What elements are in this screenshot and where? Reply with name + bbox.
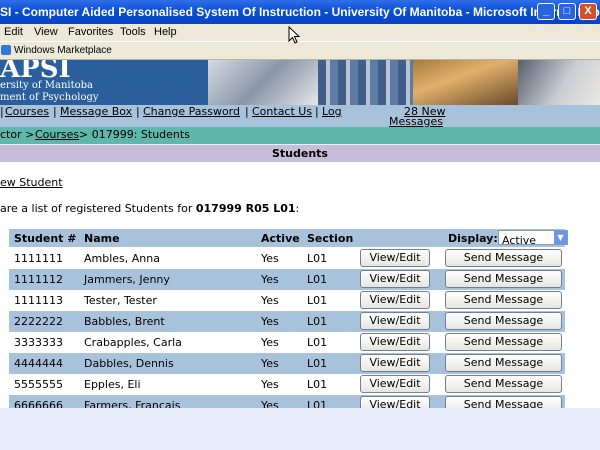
menu-view[interactable]: View	[34, 26, 58, 38]
send-message-button[interactable]: Send Message	[445, 396, 562, 408]
main-content: ew Student are a list of registered Stud…	[0, 162, 600, 408]
view-edit-button[interactable]: View/Edit	[360, 396, 430, 408]
table-row: 6666666 Farmers, Francais Yes L01 View/E…	[9, 395, 565, 408]
window-title: SI - Computer Aided Personalised System …	[0, 5, 600, 19]
nav-change-password[interactable]: Change Password	[143, 105, 240, 118]
col-section: Section	[307, 232, 354, 245]
table-row: 1111112 Jammers, Jenny Yes L01 View/Edit…	[9, 269, 565, 290]
main-nav: | Courses | Message Box | Change Passwor…	[0, 105, 600, 128]
minimize-button[interactable]: _	[537, 3, 555, 20]
intro-text: are a list of registered Students for 01…	[0, 202, 300, 215]
table-row: 5555555 Epples, Eli Yes L01 View/Edit Se…	[9, 374, 565, 395]
send-message-button[interactable]: Send Message	[445, 291, 562, 309]
col-student-number: Student #	[14, 232, 77, 245]
send-message-button[interactable]: Send Message	[445, 354, 562, 372]
display-label: Display:	[448, 232, 498, 245]
send-message-button[interactable]: Send Message	[445, 375, 562, 393]
org-line-1: ersity of Manitoba	[0, 80, 94, 91]
breadcrumb-current: > 017999: Students	[79, 128, 190, 141]
view-edit-button[interactable]: View/Edit	[360, 312, 430, 330]
view-edit-button[interactable]: View/Edit	[360, 354, 430, 372]
send-message-button[interactable]: Send Message	[445, 270, 562, 288]
new-student-link[interactable]: ew Student	[0, 176, 63, 189]
menu-help[interactable]: Help	[154, 26, 177, 38]
table-row: 1111111 Ambles, Anna Yes L01 View/Edit S…	[9, 248, 565, 269]
menu-tools[interactable]: Tools	[120, 26, 146, 38]
table-row: 1111113 Tester, Tester Yes L01 View/Edit…	[9, 290, 565, 311]
col-name: Name	[84, 232, 120, 245]
nav-contact-us[interactable]: Contact Us	[252, 105, 312, 118]
site-banner: APSI ersity of Manitoba ment of Psycholo…	[0, 60, 600, 105]
breadcrumb-prefix: ctor >	[0, 128, 35, 141]
windows-marketplace-link[interactable]: Windows Marketplace	[14, 45, 112, 56]
display-filter-select[interactable]: Active ▼	[498, 230, 568, 247]
menu-bar: Edit View Favorites Tools Help	[0, 24, 600, 41]
nav-courses[interactable]: Courses	[5, 105, 49, 118]
nav-message-box[interactable]: Message Box	[60, 105, 132, 118]
menu-edit[interactable]: Edit	[4, 26, 23, 38]
view-edit-button[interactable]: View/Edit	[360, 270, 430, 288]
banner-photo-lockers	[318, 60, 413, 105]
banner-photo-students	[208, 60, 318, 105]
send-message-button[interactable]: Send Message	[445, 249, 562, 267]
windows-marketplace-icon	[1, 45, 11, 55]
table-row: 2222222 Babbles, Brent Yes L01 View/Edit…	[9, 311, 565, 332]
view-edit-button[interactable]: View/Edit	[360, 291, 430, 309]
mouse-cursor-icon	[288, 26, 300, 44]
view-edit-button[interactable]: View/Edit	[360, 249, 430, 267]
send-message-button[interactable]: Send Message	[445, 333, 562, 351]
table-row: 4444444 Dabbles, Dennis Yes L01 View/Edi…	[9, 353, 565, 374]
org-line-2: ment of Psychology	[0, 92, 99, 103]
chevron-down-icon[interactable]: ▼	[554, 231, 567, 244]
banner-photo-person	[518, 60, 600, 105]
section-title: Students	[0, 145, 600, 162]
banner-photo-study	[413, 60, 518, 105]
col-active: Active	[261, 232, 300, 245]
table-row: 3333333 Crabapples, Carla Yes L01 View/E…	[9, 332, 565, 353]
nav-log[interactable]: Log	[322, 105, 342, 118]
window-titlebar: SI - Computer Aided Personalised System …	[0, 0, 600, 24]
close-button[interactable]: X	[579, 3, 597, 20]
links-bar: Windows Marketplace	[0, 41, 600, 60]
view-edit-button[interactable]: View/Edit	[360, 375, 430, 393]
menu-favorites[interactable]: Favorites	[68, 26, 113, 38]
course-code: 017999 R05 L01	[195, 202, 296, 215]
view-edit-button[interactable]: View/Edit	[360, 333, 430, 351]
maximize-button[interactable]: □	[558, 3, 576, 20]
breadcrumb: ctor > Courses > 017999: Students	[0, 127, 600, 144]
students-table-header: Student # Name Active Section Display: A…	[9, 229, 568, 247]
send-message-button[interactable]: Send Message	[445, 312, 562, 330]
breadcrumb-courses-link[interactable]: Courses	[35, 128, 79, 141]
